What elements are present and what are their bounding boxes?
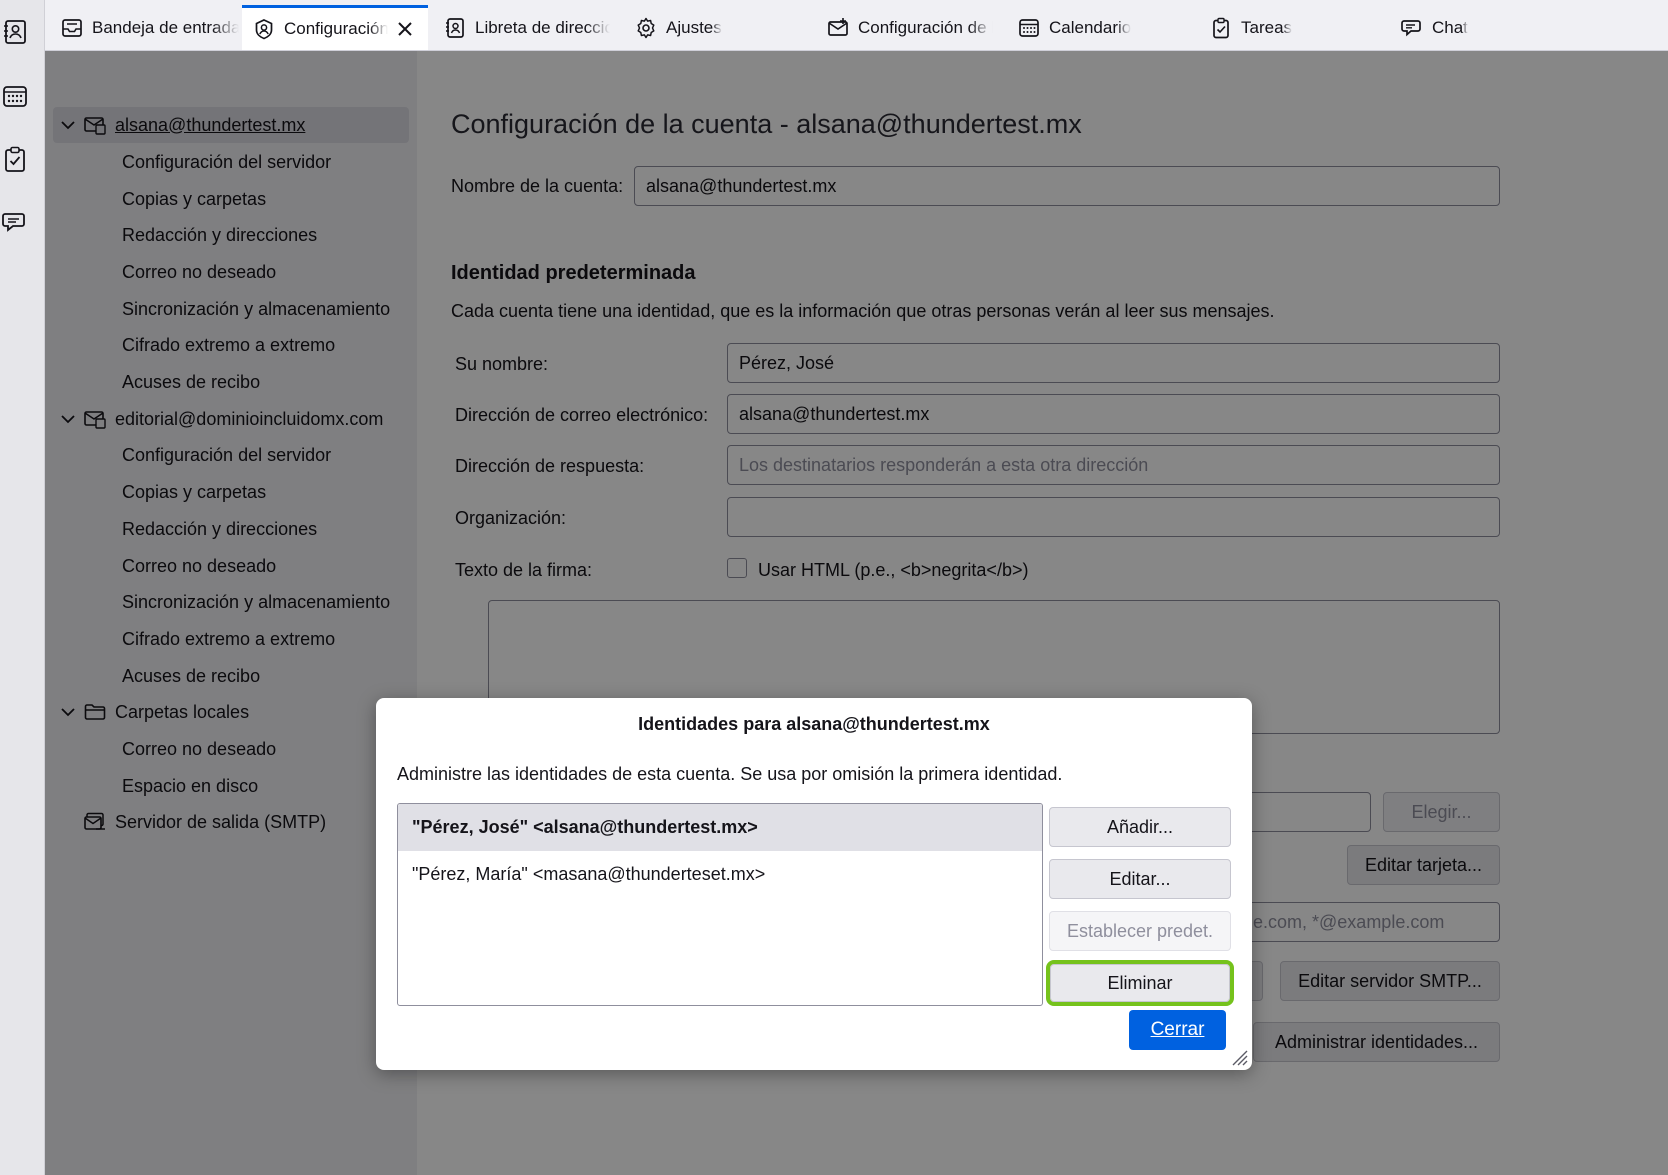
identity-label: "Pérez, María" <masana@thunderteset.mx>	[412, 864, 766, 884]
chat-icon[interactable]	[1, 208, 29, 236]
address-book-icon	[446, 18, 464, 38]
tab-chat[interactable]: Chat	[1401, 6, 1551, 50]
edit-identity-button[interactable]: Editar...	[1049, 859, 1231, 899]
tab-account-setup[interactable]: Configuración de la cuenta	[827, 6, 993, 50]
spaces-toolbar	[0, 0, 45, 1175]
tasks-icon[interactable]	[1, 145, 29, 173]
tab-label: Libreta de direcciones	[475, 18, 610, 37]
tab-label: Calendario	[1049, 18, 1132, 37]
tab-address-book[interactable]: Libreta de direcciones	[444, 6, 610, 50]
tab-label: Configuración de la cuenta	[858, 18, 993, 37]
delete-identity-button[interactable]: Eliminar	[1046, 960, 1234, 1006]
tab-tasks[interactable]: Tareas	[1210, 6, 1370, 50]
tab-label: Configuración de la cuenta	[284, 19, 388, 38]
tab-account-settings[interactable]: Configuración de la cuenta	[242, 5, 428, 50]
identity-label: "Pérez, José" <alsana@thundertest.mx>	[412, 817, 758, 837]
address-book-icon[interactable]	[1, 18, 29, 46]
gear-icon	[637, 17, 655, 39]
tab-inbox[interactable]: Bandeja de entrada	[61, 6, 239, 50]
tab-label: Chat	[1432, 18, 1468, 37]
inbox-icon	[62, 19, 82, 37]
tab-label: Tareas	[1241, 18, 1293, 37]
resize-grip-icon[interactable]	[1229, 1047, 1249, 1067]
tab-bar: Bandeja de entrada Configuración de la c…	[45, 0, 1668, 51]
tab-settings[interactable]: Ajustes	[635, 6, 795, 50]
close-dialog-button[interactable]: Cerrar	[1129, 1010, 1226, 1050]
set-default-button[interactable]: Establecer predet.	[1049, 911, 1231, 951]
identity-list[interactable]: "Pérez, José" <alsana@thundertest.mx> "P…	[397, 803, 1043, 1006]
account-settings-icon	[255, 19, 273, 40]
identity-row[interactable]: "Pérez, José" <alsana@thundertest.mx>	[398, 804, 1042, 851]
close-icon[interactable]	[396, 20, 414, 38]
add-identity-button[interactable]: Añadir...	[1049, 807, 1231, 847]
tab-label: Bandeja de entrada	[92, 18, 239, 37]
identity-row[interactable]: "Pérez, María" <masana@thunderteset.mx>	[398, 851, 1042, 898]
calendar-icon[interactable]	[1, 82, 29, 110]
calendar-icon	[1019, 19, 1039, 37]
tab-label: Ajustes	[666, 18, 722, 37]
chat-icon	[1401, 20, 1421, 37]
tab-calendar[interactable]: Calendario	[1018, 6, 1188, 50]
dialog-title: Identidades para alsana@thundertest.mx	[638, 714, 990, 734]
tasks-icon	[1213, 17, 1229, 39]
account-setup-icon	[828, 18, 848, 36]
identities-dialog: Identidades para alsana@thundertest.mx A…	[376, 698, 1252, 1070]
dialog-description: Administre las identidades de esta cuent…	[397, 764, 1063, 784]
